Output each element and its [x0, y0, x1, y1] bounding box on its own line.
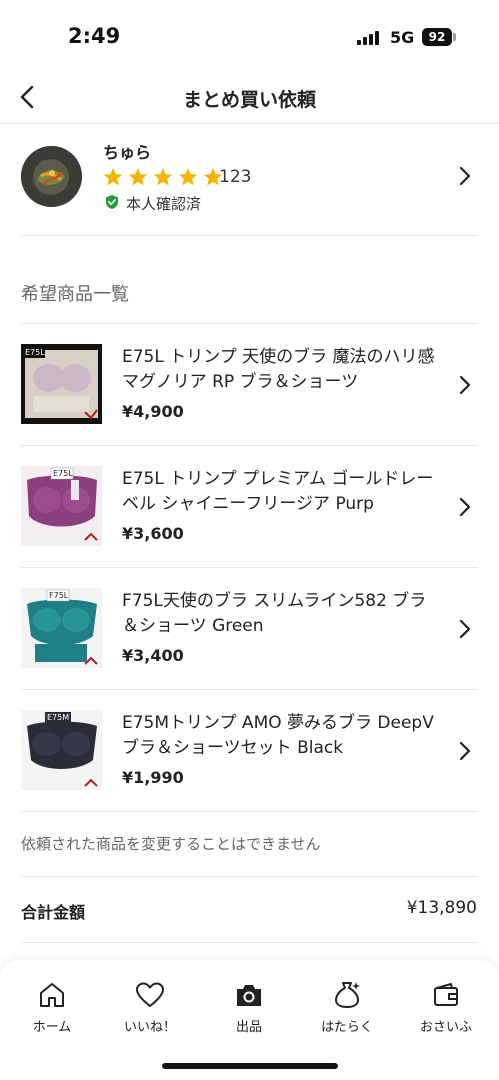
verified-shield-icon [106, 195, 118, 209]
tab-label: はたらく [321, 1020, 373, 1035]
divider [21, 942, 478, 943]
chevron-right-icon [459, 166, 471, 186]
header: まとめ買い依頼 [0, 72, 499, 124]
product-thumbnail: F75L [21, 588, 102, 668]
total-label: 合計金額 [21, 903, 86, 922]
rating-count: 123 [219, 167, 252, 187]
avatar [21, 146, 82, 207]
status-time: 2:49 [68, 24, 121, 48]
item-price: ¥4,900 [122, 402, 184, 421]
battery-icon: 92 [422, 28, 452, 46]
item-price: ¥3,400 [122, 646, 184, 665]
battery-tip [453, 33, 456, 41]
divider [21, 235, 478, 236]
item-title: E75L トリンプ プレミアム ゴールドレーベル シャイニーフリージア Purp [122, 469, 434, 514]
thumb-size-label: F75L [49, 591, 69, 600]
chevron-right-icon [459, 741, 471, 761]
chevron-right-icon [459, 375, 471, 395]
item-price: ¥3,600 [122, 524, 184, 543]
thumb-size-label: E75M [47, 713, 69, 722]
tab-label: いいね！ [123, 1020, 176, 1035]
list-item[interactable]: E75L E75L トリンプ 天使のブラ 魔法のハリ感 マグノリア RP ブラ＆… [0, 324, 499, 446]
network-label: 5G [390, 28, 415, 47]
tab-label: 出品 [235, 1020, 262, 1035]
verified-label: 本人確認済 [126, 195, 202, 213]
seller-name: ちゅら [103, 143, 152, 162]
tab-wallet[interactable]: おさいふ [406, 980, 486, 1035]
star-icon [128, 168, 148, 186]
tab-home[interactable]: ホーム [12, 980, 92, 1035]
chevron-right-icon [459, 619, 471, 639]
total-value: ¥13,890 [406, 898, 477, 918]
star-icon [153, 168, 173, 186]
item-title: E75L トリンプ 天使のブラ 魔法のハリ感 マグノリア RP ブラ＆ショーツ [122, 347, 435, 392]
tab-likes[interactable]: いいね！ [110, 980, 190, 1035]
item-title: E75Mトリンプ AMO 夢みるブラ DeepV ブラ＆ショーツセット Blac… [122, 713, 434, 758]
list-item[interactable]: E75M E75Mトリンプ AMO 夢みるブラ DeepV ブラ＆ショーツセット… [0, 690, 499, 812]
seller-row[interactable]: ちゅら 123 本人確認済 [0, 124, 499, 236]
home-indicator [162, 1063, 338, 1069]
list-item[interactable]: E75L E75L トリンプ プレミアム ゴールドレーベル シャイニーフリージア… [0, 446, 499, 568]
money-bag-icon [335, 982, 360, 1008]
thumb-size-label: E75L [53, 469, 73, 478]
product-thumbnail: E75L [21, 466, 102, 546]
section-title: 希望商品一覧 [21, 284, 129, 305]
tab-work[interactable]: はたらく [307, 980, 387, 1035]
tab-bar: ホーム いいね！ 出品 はたらく おさいふ [0, 960, 499, 1080]
divider [21, 811, 478, 812]
star-icon [103, 168, 123, 186]
divider [21, 876, 478, 877]
heart-icon [136, 982, 164, 1007]
camera-icon [237, 985, 261, 1006]
product-thumbnail: E75M [21, 710, 102, 790]
page-title: まとめ買い依頼 [182, 89, 316, 111]
tab-sell[interactable]: 出品 [209, 980, 289, 1035]
signal-icon [357, 31, 383, 45]
product-thumbnail: E75L [21, 344, 102, 424]
tab-label: ホーム [32, 1020, 72, 1035]
chevron-right-icon [459, 497, 471, 517]
star-icon [178, 168, 198, 186]
notice-text: 依頼された商品を変更することはできません [21, 835, 321, 853]
thumb-size-label: E75L [25, 348, 45, 357]
wallet-icon [434, 983, 458, 1006]
status-bar: 2:49 5G 92 [0, 0, 499, 72]
item-title: F75L天使のブラ スリムライン582 ブラ＆ショーツ Green [122, 591, 427, 636]
list-item[interactable]: F75L F75L天使のブラ スリムライン582 ブラ＆ショーツ Green ¥… [0, 568, 499, 690]
item-price: ¥1,990 [122, 768, 184, 787]
home-icon [40, 983, 64, 1007]
tab-label: おさいふ [419, 1020, 472, 1035]
rating-stars [103, 166, 228, 188]
